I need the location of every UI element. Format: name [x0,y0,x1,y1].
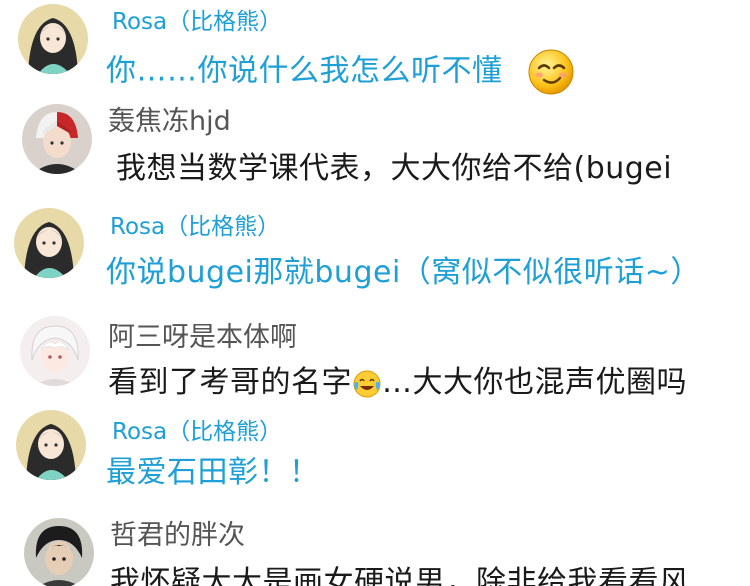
avatar-anime-girl-icon[interactable] [18,4,88,74]
comment-username[interactable]: 阿三呀是本体啊 [108,322,297,354]
comment-username[interactable]: Rosa（比格熊） [112,8,282,36]
comment-item: 轰焦冻hjd 我想当数学课代表，大大你给不给(bugei [0,98,750,198]
comment-item: Rosa（比格熊） 你……你说什么我怎么听不懂 [0,0,750,98]
comment-username[interactable]: Rosa（比格熊） [110,213,280,241]
comment-message: 你说bugei那就bugei（窝似不似很听话~） [106,255,701,290]
comment-username[interactable]: Rosa（比格熊） [112,418,282,446]
comment-item: Rosa（比格熊） 你说bugei那就bugei（窝似不似很听话~） [0,198,750,302]
avatar-dark-hair-boy-icon[interactable] [24,518,94,586]
smirk-face-emoji-icon [527,48,575,96]
comment-message: 看到了考哥的名字 …大大你也混声优圈吗 [108,364,687,402]
avatar-anime-girl-icon[interactable] [14,208,84,278]
comment-username[interactable]: 哲君的胖次 [110,520,245,552]
comment-message: 你……你说什么我怎么听不懂 [106,48,575,96]
comment-item: 哲君的胖次 我怀疑大大是画女硬说男，除非给我看看风 [0,510,750,586]
comment-username[interactable]: 轰焦冻hjd [108,106,231,138]
comment-text: 你……你说什么我怎么听不懂 [106,53,503,89]
comment-item: 阿三呀是本体啊 看到了考哥的名字 …大大你也混声优圈吗 [0,302,750,406]
comment-message: 最爱石田彰！！ [106,455,320,490]
laughing-tears-emoji-icon [352,369,382,399]
comment-message: 我怀疑大大是画女硬说男，除非给我看看风 [110,565,690,586]
avatar-anime-boy-icon[interactable] [22,104,92,174]
comment-text-before: 看到了考哥的名字 [108,365,352,400]
comment-item: Rosa（比格熊） 最爱石田彰！！ [0,406,750,510]
comment-text-after: …大大你也混声优圈吗 [382,365,687,400]
comment-message: 我想当数学课代表，大大你给不给(bugei [116,151,673,186]
avatar-anime-white-hair-icon[interactable] [20,316,90,386]
avatar-anime-girl-icon[interactable] [16,410,86,480]
